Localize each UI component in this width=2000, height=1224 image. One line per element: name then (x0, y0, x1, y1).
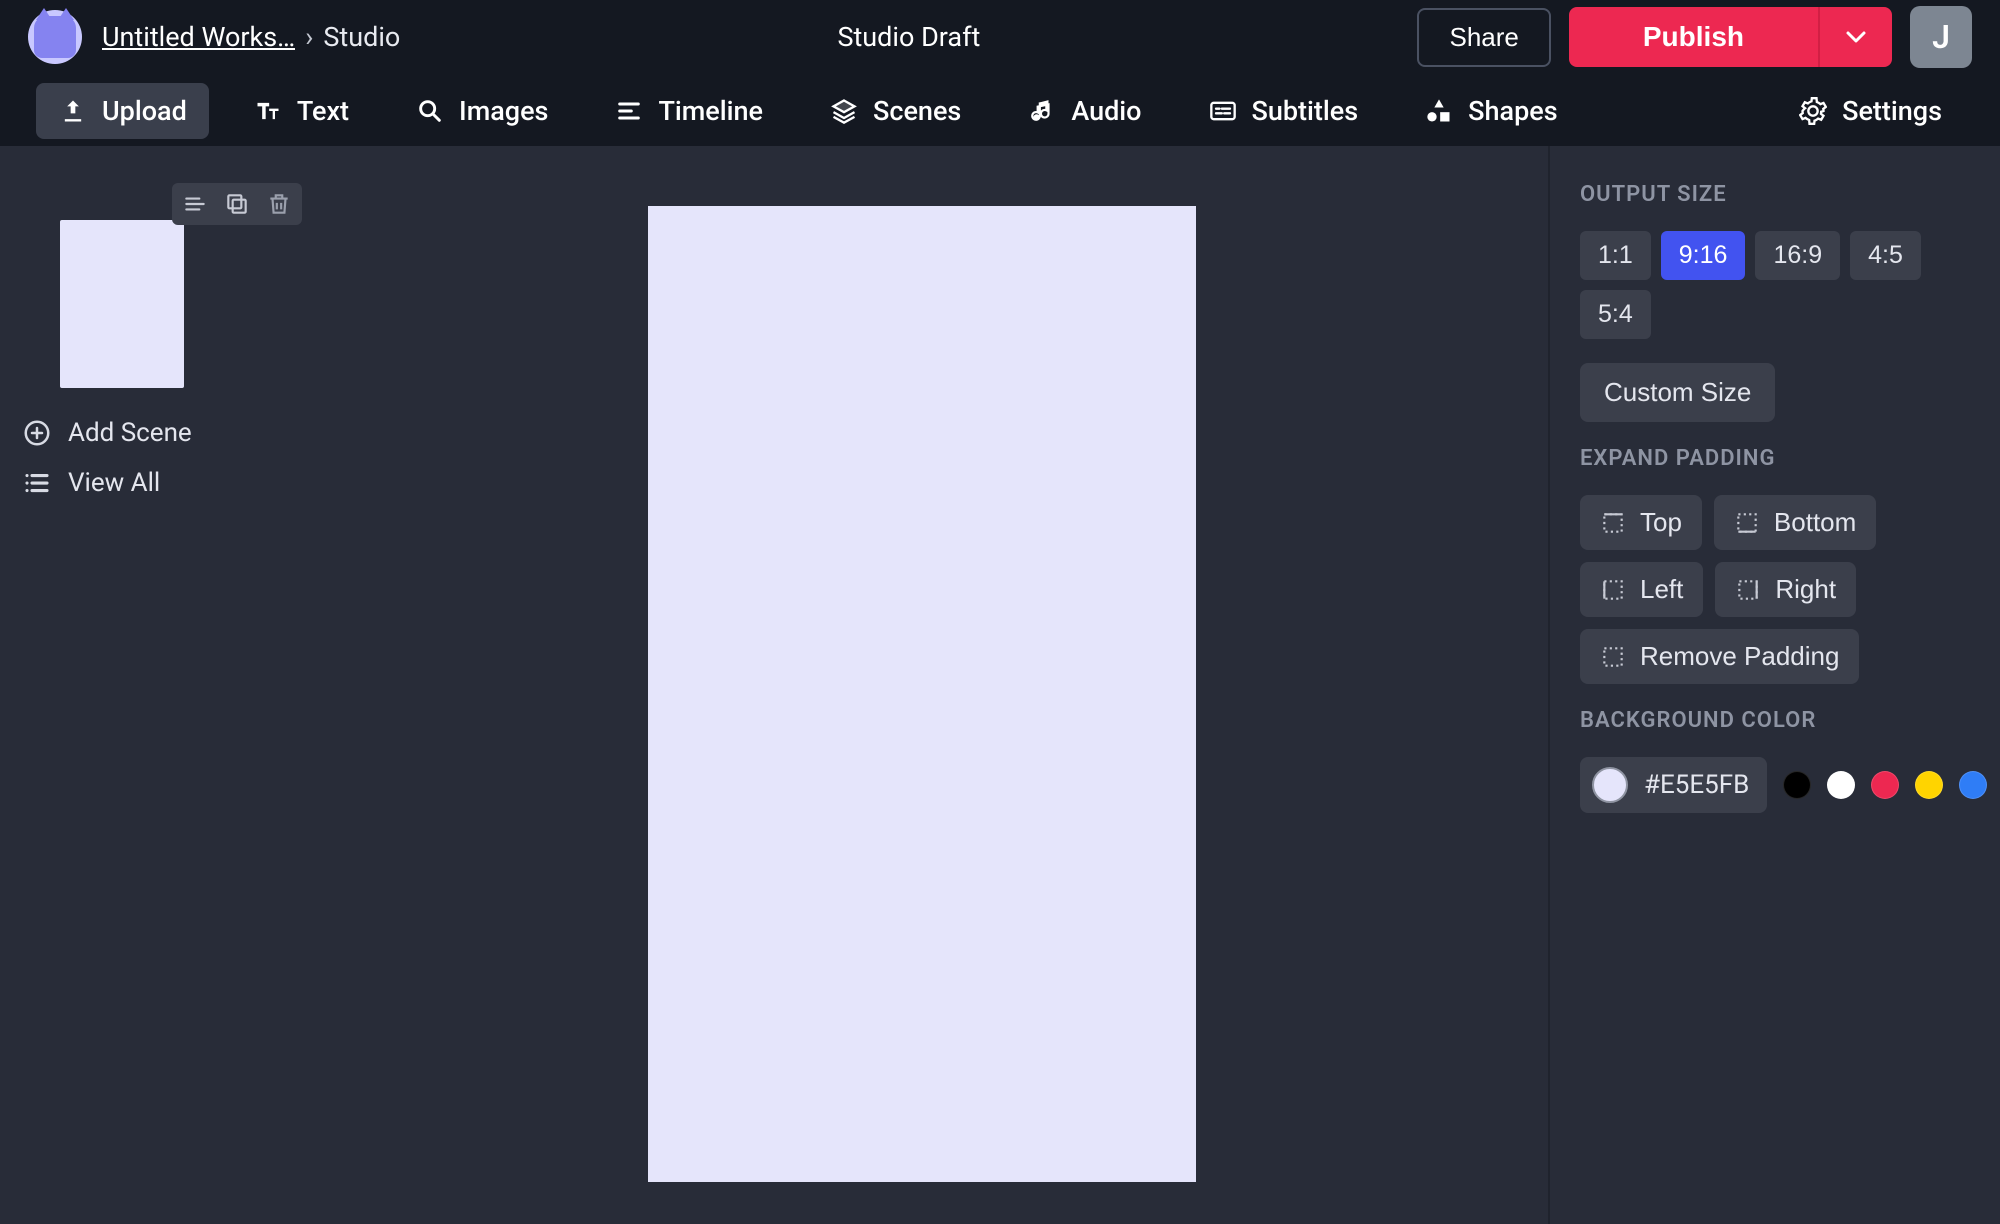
pad-right-button[interactable]: Right (1715, 562, 1856, 617)
swatch-yellow[interactable] (1915, 771, 1943, 799)
shapes-icon (1424, 96, 1454, 126)
audio-icon (1027, 96, 1057, 126)
ratio-5-4[interactable]: 5:4 (1580, 290, 1651, 339)
add-scene-button[interactable]: Add Scene (22, 418, 276, 448)
pad-right-icon (1735, 577, 1761, 603)
canvas[interactable] (648, 206, 1196, 1182)
background-color-row: #E5E5FB (1580, 757, 1970, 813)
toolbar-scenes[interactable]: Scenes (807, 83, 983, 139)
ratio-9-16[interactable]: 9:16 (1661, 231, 1746, 280)
pad-left-label: Left (1640, 574, 1683, 605)
custom-size-button[interactable]: Custom Size (1580, 363, 1775, 422)
canvas-area (296, 146, 1548, 1224)
subtitles-icon (1208, 96, 1238, 126)
workspace-icon[interactable] (28, 10, 82, 64)
pad-remove-icon (1600, 644, 1626, 670)
plus-circle-icon (22, 418, 52, 448)
pad-top-icon (1600, 510, 1626, 536)
toolbar-text[interactable]: Text (231, 83, 371, 139)
toolbar-label: Audio (1071, 95, 1141, 127)
chevron-down-icon (1844, 25, 1868, 49)
toolbar-upload[interactable]: Upload (36, 83, 209, 139)
list-icon (22, 468, 52, 498)
view-all-label: View All (68, 468, 160, 498)
scene-actions (172, 183, 302, 225)
publish-button[interactable]: Publish (1569, 7, 1818, 67)
timeline-icon (614, 96, 644, 126)
toolbar-timeline[interactable]: Timeline (592, 83, 785, 139)
breadcrumb: Untitled Works… › Studio (102, 21, 400, 53)
add-scene-label: Add Scene (68, 418, 192, 448)
toolbar-label: Scenes (873, 95, 961, 127)
background-color-value: #E5E5FB (1644, 770, 1749, 800)
background-color-label: BACKGROUND COLOR (1580, 708, 1970, 733)
toolbar-label: Shapes (1468, 95, 1557, 127)
pad-top-button[interactable]: Top (1580, 495, 1702, 550)
current-color-swatch (1592, 767, 1628, 803)
text-icon (253, 96, 283, 126)
properties-panel: OUTPUT SIZE 1:1 9:16 16:9 4:5 5:4 Custom… (1548, 146, 2000, 1224)
scene-thumbnail-card[interactable] (60, 184, 276, 388)
output-size-label: OUTPUT SIZE (1580, 182, 1970, 207)
gear-icon (1798, 96, 1828, 126)
layers-icon (829, 96, 859, 126)
view-all-button[interactable]: View All (22, 468, 276, 498)
main-area: Add Scene View All OUTPUT SIZE 1:1 9:16 … (0, 146, 2000, 1224)
publish-group: Publish (1569, 7, 1892, 67)
scene-thumbnail[interactable] (60, 220, 184, 388)
search-icon (415, 96, 445, 126)
workspace-name-link[interactable]: Untitled Works… (102, 21, 295, 53)
pad-left-button[interactable]: Left (1580, 562, 1703, 617)
user-avatar[interactable]: J (1910, 6, 1972, 68)
pad-bottom-icon (1734, 510, 1760, 536)
toolbar-label: Settings (1842, 95, 1942, 127)
aspect-ratio-row: 1:1 9:16 16:9 4:5 5:4 (1580, 231, 1970, 339)
cat-icon (34, 16, 76, 58)
scene-reorder-button[interactable] (180, 189, 210, 219)
scenes-panel: Add Scene View All (0, 146, 296, 1224)
pad-bottom-button[interactable]: Bottom (1714, 495, 1876, 550)
toolbar-label: Text (297, 95, 349, 127)
ratio-1-1[interactable]: 1:1 (1580, 231, 1651, 280)
share-button[interactable]: Share (1417, 8, 1550, 67)
swatch-blue[interactable] (1959, 771, 1987, 799)
toolbar-audio[interactable]: Audio (1005, 83, 1163, 139)
pad-right-label: Right (1775, 574, 1836, 605)
toolbar-images[interactable]: Images (393, 83, 570, 139)
pad-left-icon (1600, 577, 1626, 603)
breadcrumb-separator: › (305, 21, 313, 53)
padding-controls: Top Bottom Left Right Remove Padding (1580, 495, 1970, 684)
top-bar: Untitled Works… › Studio Studio Draft Sh… (0, 0, 2000, 74)
toolbar-label: Upload (102, 95, 187, 127)
scene-duplicate-button[interactable] (222, 189, 252, 219)
ratio-16-9[interactable]: 16:9 (1755, 231, 1840, 280)
pad-remove-button[interactable]: Remove Padding (1580, 629, 1859, 684)
toolbar-label: Subtitles (1252, 95, 1359, 127)
swatch-red[interactable] (1871, 771, 1899, 799)
pad-bottom-label: Bottom (1774, 507, 1856, 538)
expand-padding-label: EXPAND PADDING (1580, 446, 1970, 471)
background-color-chip[interactable]: #E5E5FB (1580, 757, 1767, 813)
toolbar-settings[interactable]: Settings (1776, 83, 1964, 139)
toolbar-subtitles[interactable]: Subtitles (1186, 83, 1381, 139)
pad-top-label: Top (1640, 507, 1682, 538)
ratio-4-5[interactable]: 4:5 (1850, 231, 1921, 280)
top-right-actions: Share Publish J (1417, 6, 1972, 68)
page-title: Studio Draft (420, 21, 1397, 53)
breadcrumb-current: Studio (323, 21, 400, 53)
toolbar-label: Images (459, 95, 548, 127)
publish-dropdown-button[interactable] (1818, 7, 1892, 67)
toolbar-shapes[interactable]: Shapes (1402, 83, 1579, 139)
swatch-black[interactable] (1783, 771, 1811, 799)
toolbar-label: Timeline (658, 95, 763, 127)
pad-remove-label: Remove Padding (1640, 641, 1839, 672)
scene-delete-button[interactable] (264, 189, 294, 219)
toolbar: Upload Text Images Timeline Scenes Audio (0, 74, 2000, 146)
swatch-white[interactable] (1827, 771, 1855, 799)
upload-icon (58, 96, 88, 126)
